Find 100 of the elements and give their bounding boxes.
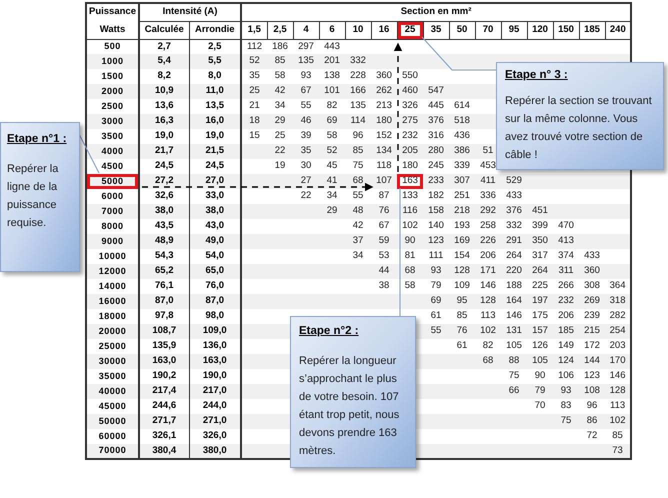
table-cell: 66 bbox=[501, 384, 528, 399]
table-cell: 138 bbox=[319, 69, 346, 84]
table-cell: 126 bbox=[527, 339, 554, 354]
table-cell: 264 bbox=[501, 249, 528, 264]
table-cell: 27 bbox=[293, 174, 320, 189]
table-cell: 180 bbox=[397, 159, 424, 174]
table-cell: 19 bbox=[267, 159, 294, 174]
table-cell: 251 bbox=[449, 189, 476, 204]
table-cell: 282 bbox=[605, 309, 632, 324]
table-cell: 58 bbox=[267, 69, 294, 84]
table-cell: 112 bbox=[241, 39, 268, 54]
table-cell: 106 bbox=[553, 369, 580, 384]
table-cell: 175 bbox=[527, 309, 554, 324]
table-cell: 188 bbox=[501, 279, 528, 294]
table-header-cell: 10 bbox=[345, 21, 372, 39]
table-cell: 233 bbox=[423, 174, 450, 189]
table-cell: 317 bbox=[527, 249, 554, 264]
table-cell: 547 bbox=[423, 84, 450, 99]
table-cell: 360 bbox=[371, 69, 398, 84]
table-header-cell: 50 bbox=[449, 21, 476, 39]
table-cell: 360 bbox=[579, 264, 606, 279]
table-cell: 146 bbox=[501, 309, 528, 324]
table-cell: 203 bbox=[605, 339, 632, 354]
table-cell: 332 bbox=[501, 219, 528, 234]
table-cell: 220 bbox=[501, 264, 528, 279]
table-cell: 105 bbox=[501, 339, 528, 354]
table-cell: 133 bbox=[397, 189, 424, 204]
table-cell: 70 bbox=[527, 399, 554, 414]
table-cell: 128 bbox=[449, 264, 476, 279]
table-cell: 131 bbox=[501, 324, 528, 339]
table-cell: 79 bbox=[527, 384, 554, 399]
table-cell: 39 bbox=[293, 129, 320, 144]
table-cell: 182 bbox=[423, 189, 450, 204]
table-cell: 332 bbox=[345, 54, 372, 69]
table-cell: 350 bbox=[527, 234, 554, 249]
table-cell: 29 bbox=[267, 114, 294, 129]
table-cell: 152 bbox=[371, 129, 398, 144]
table-cell: 123 bbox=[423, 234, 450, 249]
table-cell: 30 bbox=[293, 159, 320, 174]
table-cell: 38 bbox=[371, 279, 398, 294]
table-cell: 70000 bbox=[86, 444, 139, 460]
table-cell: 34 bbox=[319, 189, 346, 204]
table-cell: 157 bbox=[527, 324, 554, 339]
table-cell: 185 bbox=[553, 324, 580, 339]
table-cell: 59 bbox=[371, 234, 398, 249]
table-cell: 269 bbox=[579, 294, 606, 309]
table-cell: 171 bbox=[475, 264, 502, 279]
table-header-cell: 95 bbox=[501, 21, 528, 39]
table-cell: 42 bbox=[345, 219, 372, 234]
table-cell: 48 bbox=[345, 204, 372, 219]
table-cell: 55 bbox=[293, 99, 320, 114]
table-cell: 193 bbox=[449, 219, 476, 234]
table-cell: 146 bbox=[475, 279, 502, 294]
table-cell: 307 bbox=[449, 174, 476, 189]
table-cell: 68 bbox=[397, 264, 424, 279]
table-cell: 266 bbox=[553, 279, 580, 294]
table-cell: 206 bbox=[553, 309, 580, 324]
table-cell: 82 bbox=[319, 99, 346, 114]
table-cell: 239 bbox=[579, 309, 606, 324]
table-cell: 108 bbox=[579, 384, 606, 399]
table-cell: 228 bbox=[345, 69, 372, 84]
table-cell: 111 bbox=[423, 249, 450, 264]
table-cell: 164 bbox=[501, 294, 528, 309]
table-cell: 53 bbox=[371, 249, 398, 264]
table-cell: 436 bbox=[449, 129, 476, 144]
table-cell: 76 bbox=[449, 324, 476, 339]
table-cell: 34 bbox=[267, 99, 294, 114]
step-text: Repérer la longueur s’approchant le plus de votre besoin. 107 étant trop petit, nous devons prendre 163 mètres. bbox=[299, 354, 400, 460]
table-cell: 69 bbox=[319, 114, 346, 129]
step-text: Repérer la ligne de la puissance requise. bbox=[7, 162, 60, 232]
table-cell: 614 bbox=[449, 99, 476, 114]
table-cell: 140 bbox=[423, 219, 450, 234]
table-cell: 101 bbox=[319, 84, 346, 99]
table-cell: 262 bbox=[371, 84, 398, 99]
table-cell: 5000 bbox=[86, 174, 139, 189]
table-cell: 124 bbox=[553, 354, 580, 369]
table-cell: 386 bbox=[449, 144, 476, 159]
table-cell: 116 bbox=[397, 204, 424, 219]
table-cell: 72 bbox=[579, 429, 606, 444]
table-cell: 292 bbox=[475, 204, 502, 219]
table-cell: 15 bbox=[241, 129, 268, 144]
table-cell: 275 bbox=[397, 114, 424, 129]
table-cell: 96 bbox=[579, 399, 606, 414]
table-cell: 29 bbox=[319, 204, 346, 219]
table-cell: 433 bbox=[579, 249, 606, 264]
table-cell: 88 bbox=[501, 354, 528, 369]
table-cell: 318 bbox=[605, 294, 632, 309]
table-header-cell: 25 bbox=[397, 21, 424, 39]
table-header-cell: 16 bbox=[371, 21, 398, 39]
table-cell: 85 bbox=[345, 144, 372, 159]
table-header-cell: 1,5 bbox=[241, 21, 268, 39]
table-cell: 197 bbox=[527, 294, 554, 309]
table-cell: 413 bbox=[553, 234, 580, 249]
table-cell: 85 bbox=[267, 54, 294, 69]
table-cell: 134 bbox=[371, 144, 398, 159]
table-cell: 146 bbox=[605, 369, 632, 384]
table-header-cell: 2,5 bbox=[267, 21, 294, 39]
table-cell: 81 bbox=[397, 249, 424, 264]
table-cell: 411 bbox=[475, 174, 502, 189]
table-cell: 291 bbox=[501, 234, 528, 249]
